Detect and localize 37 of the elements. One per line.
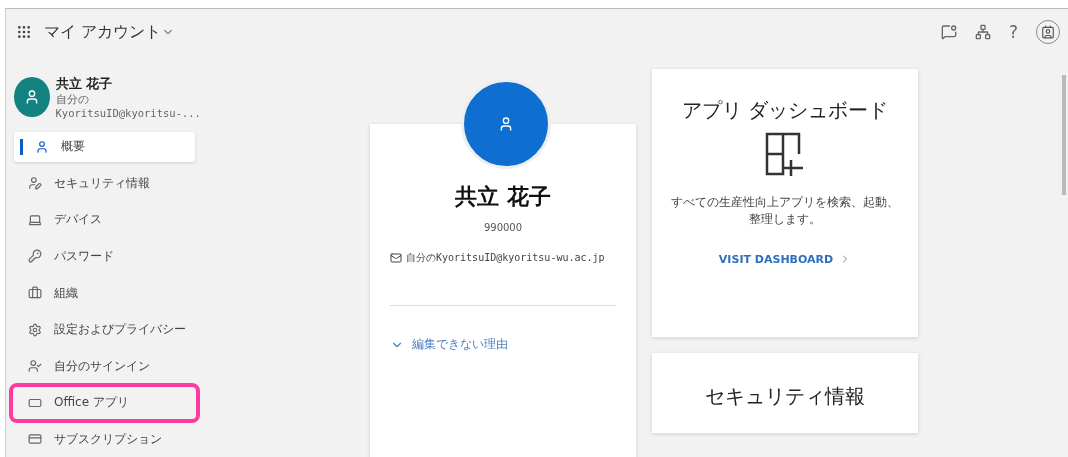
feedback-icon[interactable]: [940, 24, 957, 40]
sidebar-item[interactable]: サブスクリプション: [14, 424, 195, 455]
card-description: すべての生産性向上アプリを検索、起動、整理します。: [670, 194, 900, 229]
profile-email: 自分のKyoritsuID@kyoritsu-wu.ac.jp: [406, 251, 605, 265]
mail-icon: [390, 252, 402, 264]
person-icon: [498, 116, 514, 132]
key-icon: [28, 249, 42, 264]
sidebar-item[interactable]: 設定およびプライバシー: [14, 314, 195, 345]
visit-dashboard-link[interactable]: VISIT DASHBOARD: [718, 252, 852, 266]
scrollbar[interactable]: [1062, 75, 1066, 195]
sidebar-item[interactable]: 概要: [14, 132, 195, 162]
person-icon: [35, 139, 49, 154]
briefcase-icon: [28, 286, 42, 301]
card-title: セキュリティ情報: [705, 383, 865, 410]
profile-id: 990000: [483, 222, 523, 233]
user-email: 自分のKyoritsuID@kyoritsu-...: [55, 93, 202, 119]
help-button[interactable]: ?: [1008, 22, 1018, 42]
why-link[interactable]: 編集できない理由: [390, 336, 508, 353]
user-name: 共立 花子: [55, 75, 114, 93]
person-pen-icon: [28, 176, 42, 191]
person-check-icon: [28, 359, 42, 374]
profile-name: 共立 花子: [455, 183, 551, 211]
sidebar-item[interactable]: Office アプリ: [14, 387, 195, 418]
org-chart-icon[interactable]: [974, 24, 991, 40]
grid-plus-icon: [765, 132, 805, 178]
settings-icon: [28, 322, 42, 337]
card-title: アプリ ダッシュボード: [681, 97, 889, 124]
sidebar-item[interactable]: パスワード: [14, 241, 195, 272]
laptop-icon: [28, 212, 42, 227]
app-title: マイ アカウント: [44, 21, 162, 43]
sidebar-item[interactable]: セキュリティ情報: [14, 168, 195, 199]
badge-icon: [1041, 25, 1055, 39]
app-launcher-icon[interactable]: [16, 24, 32, 40]
sidebar-item[interactable]: デバイス: [14, 205, 195, 235]
sidebar-item[interactable]: 自分のサインイン: [14, 351, 195, 381]
sidebar-item[interactable]: 組織: [14, 278, 195, 308]
card-icon: [28, 432, 42, 447]
